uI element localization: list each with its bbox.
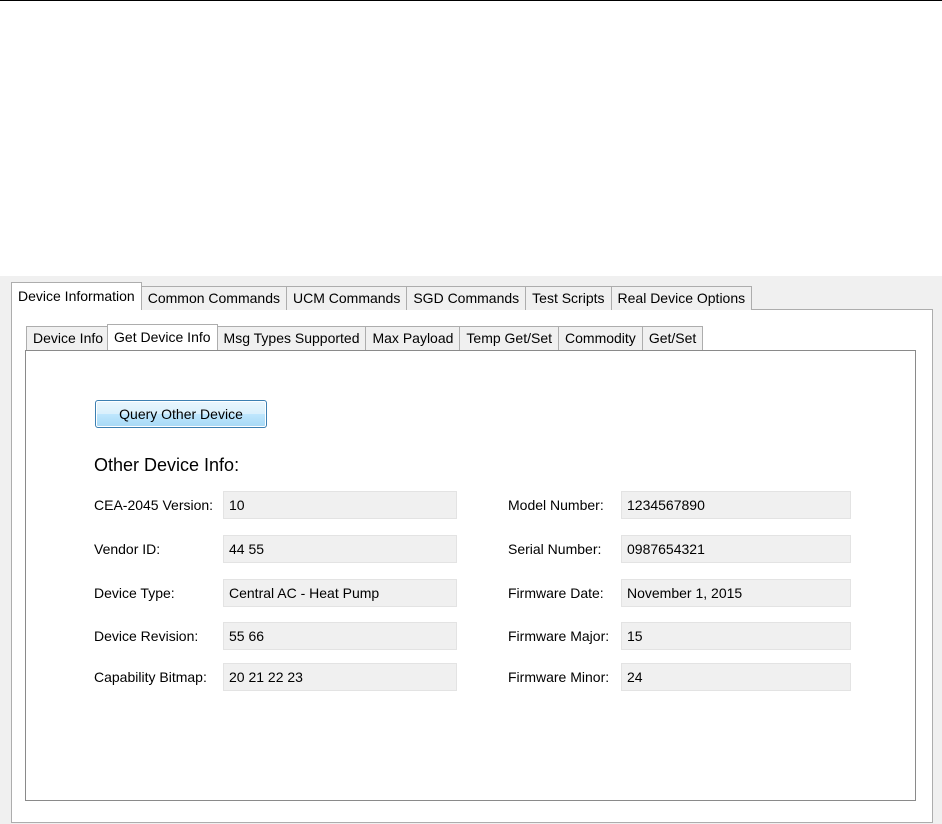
firmware-minor-label: Firmware Minor: — [508, 669, 610, 685]
cea-2045-version-label: CEA-2045 Version: — [94, 497, 214, 513]
top-divider-line — [0, 0, 942, 1]
model-number-label: Model Number: — [508, 497, 604, 513]
serial-number-label: Serial Number: — [508, 541, 602, 557]
tab-device-information[interactable]: Device Information — [11, 282, 142, 310]
firmware-date-label: Firmware Date: — [508, 585, 604, 601]
tab-real-device-options[interactable]: Real Device Options — [610, 286, 753, 310]
vendor-id-field[interactable]: 44 55 — [223, 535, 457, 563]
query-other-device-button[interactable]: Query Other Device — [95, 400, 267, 428]
serial-number-field[interactable]: 0987654321 — [621, 535, 851, 563]
device-type-label: Device Type: — [94, 585, 175, 601]
tab-test-scripts[interactable]: Test Scripts — [525, 286, 612, 310]
device-revision-label: Device Revision: — [94, 628, 199, 644]
tab-temp-get-set[interactable]: Temp Get/Set — [459, 326, 560, 350]
device-tool-window: Device Information Common Commands UCM C… — [0, 276, 942, 824]
tab-ucm-commands[interactable]: UCM Commands — [285, 286, 408, 310]
tab-max-payload[interactable]: Max Payload — [365, 326, 461, 350]
vendor-id-label: Vendor ID: — [94, 541, 161, 557]
tab-sgd-commands[interactable]: SGD Commands — [406, 286, 527, 310]
device-revision-field[interactable]: 55 66 — [223, 622, 457, 650]
firmware-major-label: Firmware Major: — [508, 628, 610, 644]
firmware-date-field[interactable]: November 1, 2015 — [621, 579, 851, 607]
cea-2045-version-field[interactable]: 10 — [223, 491, 457, 519]
tab-get-set[interactable]: Get/Set — [641, 326, 704, 350]
outer-tab-bar: Device Information Common Commands UCM C… — [11, 282, 753, 310]
capability-bitmap-field[interactable]: 20 21 22 23 — [223, 663, 457, 691]
inner-tab-bar: Device Info Get Device Info Msg Types Su… — [26, 324, 704, 350]
tab-msg-types-supported[interactable]: Msg Types Supported — [216, 326, 367, 350]
model-number-field[interactable]: 1234567890 — [621, 491, 851, 519]
firmware-major-field[interactable]: 15 — [621, 622, 851, 650]
firmware-minor-field[interactable]: 24 — [621, 663, 851, 691]
capability-bitmap-label: Capability Bitmap: — [94, 669, 207, 685]
device-type-field[interactable]: Central AC - Heat Pump — [223, 579, 457, 607]
tab-get-device-info[interactable]: Get Device Info — [107, 324, 218, 350]
tab-common-commands[interactable]: Common Commands — [140, 286, 287, 310]
tab-commodity[interactable]: Commodity — [558, 326, 643, 350]
section-title: Other Device Info: — [94, 455, 240, 475]
tab-device-info[interactable]: Device Info — [26, 326, 111, 350]
